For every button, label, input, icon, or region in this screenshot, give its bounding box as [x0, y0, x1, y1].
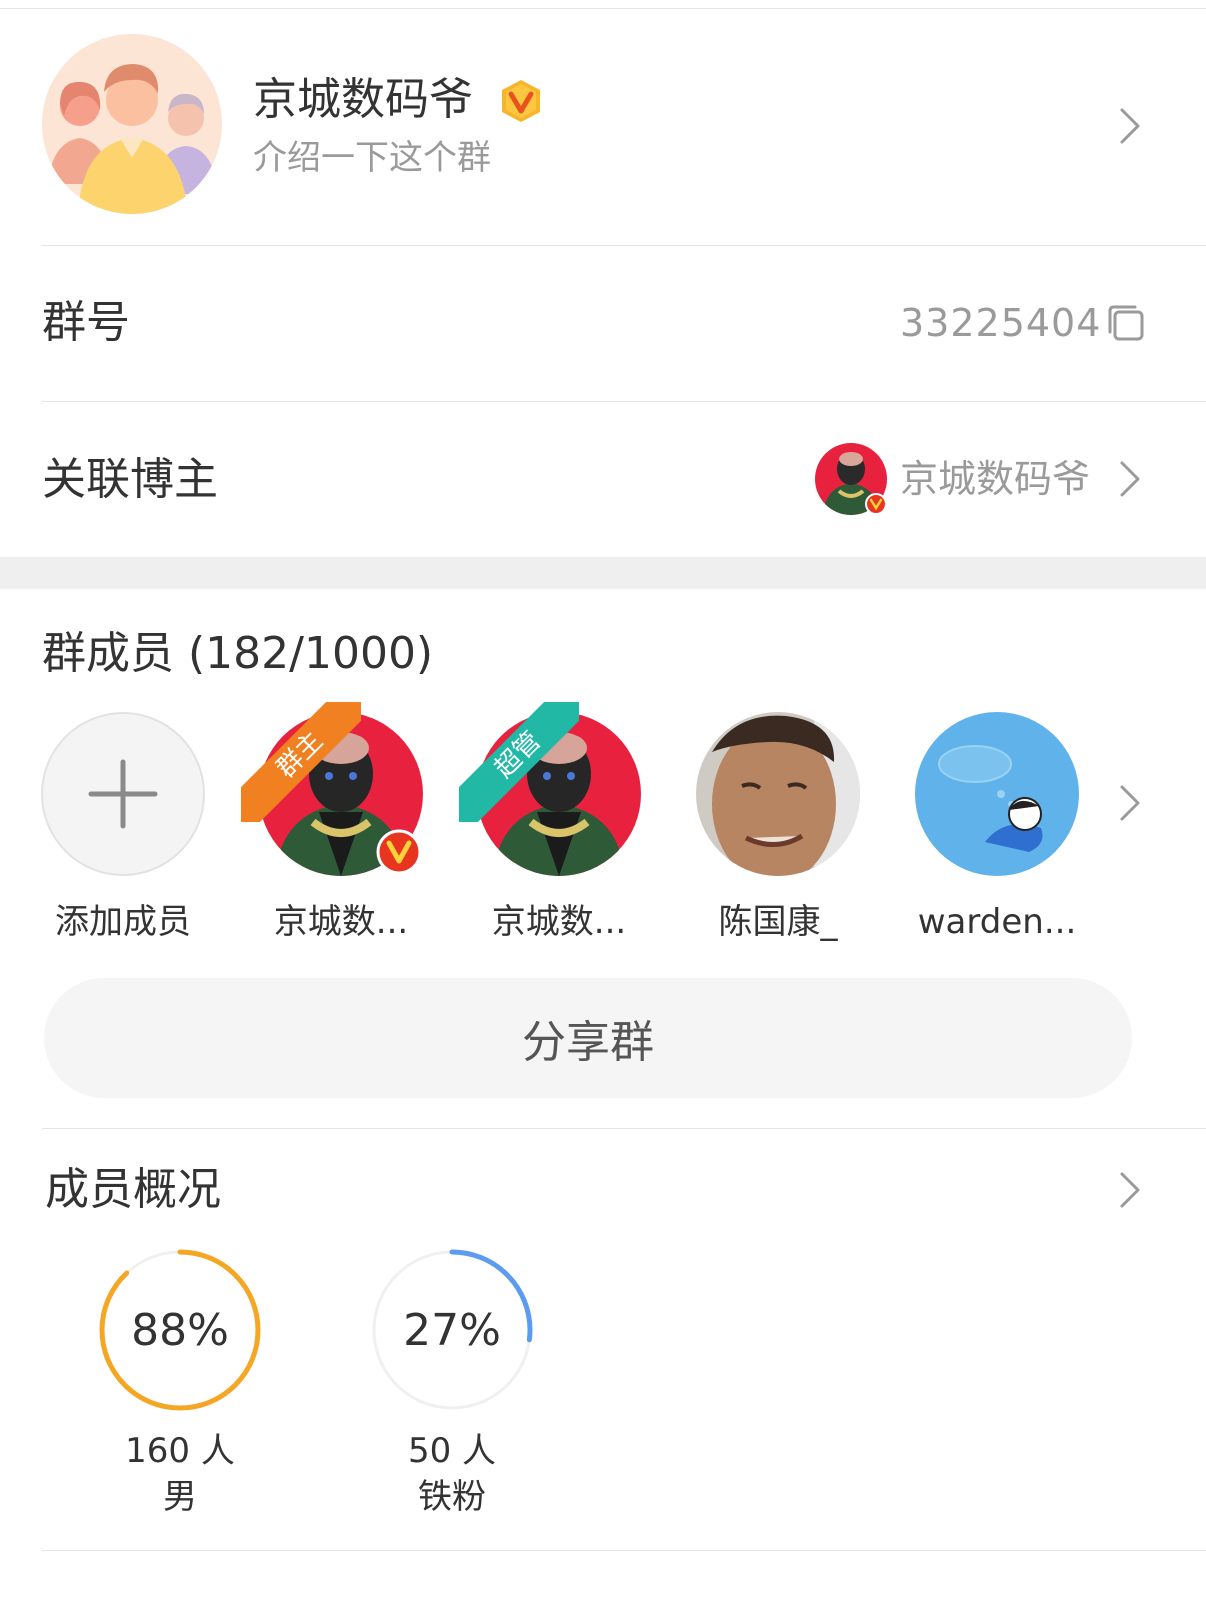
member-item[interactable]: 陈国康_	[695, 712, 861, 944]
group-name: 京城数码爷	[253, 74, 473, 125]
stat-iron-fans: 27% 50 人 铁粉	[368, 1246, 536, 1520]
stat-count: 50 人	[407, 1431, 497, 1471]
chevron-right-icon[interactable]	[1116, 783, 1144, 823]
chevron-right-icon	[1120, 461, 1140, 497]
divider	[42, 1550, 1206, 1551]
member-avatar: 群主	[241, 702, 423, 876]
group-info-row[interactable]: 京城数码爷 介绍一下这个群	[0, 9, 1206, 245]
stat-count: 160 人	[125, 1431, 235, 1471]
overview-title: 成员概况	[45, 1164, 221, 1215]
ribbon-label: 超管	[459, 702, 579, 822]
member-owner[interactable]: 群主 京城数...	[241, 702, 424, 944]
share-group-button[interactable]: 分享群	[44, 978, 1132, 1098]
member-avatar	[915, 712, 1079, 876]
member-admin[interactable]: 超管 京城数...	[459, 702, 642, 944]
stat-label: 铁粉	[418, 1477, 486, 1517]
group-number-label: 群号	[42, 297, 130, 348]
ribbon-label: 群主	[241, 702, 361, 822]
member-item[interactable]: warden...	[914, 712, 1080, 944]
vip-v-badge-icon	[498, 78, 544, 124]
members-title: 群成员 (182/1000)	[42, 628, 434, 679]
linked-blogger-name: 京城数码爷	[900, 457, 1091, 501]
verified-v-icon	[865, 493, 887, 515]
member-name: 添加成员	[55, 902, 191, 942]
group-number-value: 33225404	[900, 301, 1102, 345]
stat-label: 男	[163, 1477, 197, 1517]
chevron-right-icon	[1120, 108, 1140, 144]
plus-icon	[41, 712, 205, 876]
member-name: 京城数...	[491, 902, 627, 942]
group-number-row: 群号 33225404	[0, 246, 1206, 401]
member-avatar: 超管	[459, 702, 641, 876]
linked-blogger-row[interactable]: 关联博主 京城数码爷	[0, 402, 1206, 557]
member-name: warden...	[917, 902, 1077, 942]
verified-v-icon	[376, 829, 422, 875]
stat-male: 88% 160 人 男	[96, 1246, 264, 1520]
linked-blogger-label: 关联博主	[42, 454, 218, 505]
copy-icon[interactable]	[1106, 303, 1146, 343]
owner-ribbon: 群主	[241, 702, 361, 822]
add-member-button[interactable]: 添加成员	[40, 712, 206, 944]
member-name: 陈国康_	[718, 902, 838, 942]
member-name: 京城数...	[273, 902, 409, 942]
member-avatar	[696, 712, 860, 876]
stat-percent: 88%	[131, 1305, 229, 1356]
group-avatar	[42, 34, 222, 214]
group-description: 介绍一下这个群	[253, 138, 491, 178]
overview-header-row[interactable]: 成员概况	[0, 1129, 1206, 1239]
admin-ribbon: 超管	[459, 702, 579, 822]
chevron-right-icon	[1120, 1172, 1140, 1208]
section-gap	[0, 557, 1206, 589]
stat-percent: 27%	[403, 1305, 501, 1356]
blogger-avatar	[815, 443, 887, 515]
